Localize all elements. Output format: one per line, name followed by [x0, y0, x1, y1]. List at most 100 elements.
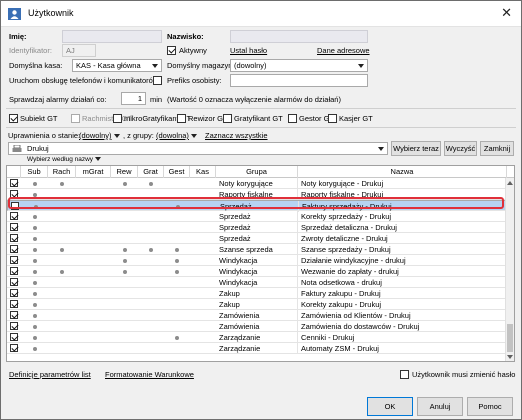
row-checkbox[interactable]	[10, 333, 18, 341]
table-row[interactable]: Zarządzanie Automaty ZSM - Drukuj	[7, 343, 507, 354]
divider	[6, 108, 516, 109]
chevron-down-icon	[190, 134, 197, 139]
group-cell: Zarządzanie	[216, 343, 298, 354]
set-password-link[interactable]: Ustal hasło	[230, 46, 267, 55]
column-header[interactable]: Sub	[21, 166, 48, 178]
table-row[interactable]: Szanse sprzeda Szanse sprzedaży - Drukuj	[7, 244, 507, 255]
role-checkbox[interactable]	[71, 114, 80, 123]
column-header[interactable]: Grat	[138, 166, 164, 178]
row-checkbox[interactable]	[10, 179, 18, 187]
phone-handling-checkbox[interactable]	[153, 76, 162, 85]
group-cell: Zakup	[216, 299, 298, 310]
name-cell: Faktury zakupu - Drukuj	[298, 288, 507, 299]
table-row[interactable]: Zakup Faktury zakupu - Drukuj	[7, 288, 507, 299]
permission-dot	[32, 182, 37, 186]
column-header[interactable]: Rach	[48, 166, 76, 178]
name-filter-combo[interactable]: Drukuj	[8, 142, 388, 155]
identifier-field[interactable]: AJ	[62, 44, 96, 57]
table-row[interactable]: Noty korygujące Noty korygujące - Drukuj	[7, 178, 507, 189]
scrollbar-thumb[interactable]	[507, 324, 513, 352]
table-row[interactable]: Windykacja Działanie windykacyjne - druku…	[7, 255, 507, 266]
cancel-button[interactable]: Anuluj	[417, 397, 463, 416]
table-row[interactable]: Zamówienia Zamówienia od Klientów - Druku…	[7, 310, 507, 321]
row-checkbox[interactable]	[10, 212, 18, 220]
clear-button[interactable]: Wyczyść	[444, 141, 477, 156]
table-row[interactable]: Sprzedaż Zwroty detaliczne - Drukuj	[7, 233, 507, 244]
row-checkbox[interactable]	[10, 234, 18, 242]
alarm-interval-field[interactable]: 1	[121, 92, 146, 105]
name-cell: Zamówienia do dostawców - Drukuj	[298, 321, 507, 332]
column-header[interactable]: Gest	[164, 166, 190, 178]
permission-dot	[149, 182, 153, 186]
first-name-field[interactable]	[62, 30, 162, 43]
scroll-up-icon[interactable]	[507, 181, 513, 185]
table-row[interactable]: Sprzedaż Korekty sprzedaży - Drukuj	[7, 211, 507, 222]
row-checkbox[interactable]	[10, 289, 18, 297]
selection-highlight-box	[8, 197, 504, 209]
name-cell: Korekty zakupu - Drukuj	[298, 299, 507, 310]
table-row[interactable]: Windykacja Wezwanie do zapłaty - drukuj	[7, 266, 507, 277]
column-header[interactable]: Nazwa	[298, 166, 507, 178]
role-checkbox[interactable]	[177, 114, 186, 123]
address-data-link[interactable]: Dane adresowe	[317, 46, 370, 55]
table-row[interactable]: Windykacja Nota odsetkowa - drukuj	[7, 277, 507, 288]
role-checkbox[interactable]	[113, 114, 122, 123]
chevron-down-icon	[95, 157, 102, 162]
select-by-name-dropdown[interactable]: Wybierz według nazwy	[27, 156, 102, 163]
row-checkbox[interactable]	[10, 322, 18, 330]
default-warehouse-select[interactable]: (dowolny)	[230, 59, 368, 72]
default-cash-label: Domyślna kasa:	[9, 61, 63, 70]
default-cash-select[interactable]: KAS - Kasa główna	[72, 59, 162, 72]
printer-icon	[12, 145, 22, 152]
row-checkbox[interactable]	[10, 278, 18, 286]
active-checkbox[interactable]	[167, 46, 176, 55]
divider	[6, 127, 516, 128]
role-checkbox[interactable]	[328, 114, 337, 123]
help-button[interactable]: Pomoc	[467, 397, 513, 416]
group-filter-value: (dowolna)	[156, 131, 189, 140]
row-checkbox[interactable]	[10, 300, 18, 308]
select-all-link[interactable]: Zaznacz wszystkie	[205, 131, 268, 140]
vertical-scrollbar[interactable]	[505, 178, 514, 361]
role-checkbox[interactable]	[288, 114, 297, 123]
permission-dot	[122, 182, 127, 186]
row-checkbox[interactable]	[10, 267, 18, 275]
list-params-link[interactable]: Definicje parametrów list	[9, 370, 91, 379]
first-name-label: Imię:	[9, 32, 27, 41]
prefix-field[interactable]	[230, 74, 368, 87]
row-checkbox[interactable]	[10, 344, 18, 352]
table-row[interactable]: Sprzedaż Sprzedaż detaliczna - Drukuj	[7, 222, 507, 233]
column-header[interactable]: Rew	[111, 166, 138, 178]
row-checkbox[interactable]	[10, 223, 18, 231]
scroll-down-icon[interactable]	[507, 355, 513, 359]
group-cell: Zamówienia	[216, 321, 298, 332]
group-filter-dropdown[interactable]: (dowolna)	[156, 131, 197, 140]
permission-dot	[32, 347, 37, 351]
row-checkbox[interactable]	[10, 256, 18, 264]
table-row[interactable]: Zarządzanie Cenniki - Drukuj	[7, 332, 507, 343]
column-header[interactable]: Grupa	[216, 166, 298, 178]
ok-button[interactable]: OK	[367, 397, 413, 416]
table-row[interactable]: Zamówienia Zamówienia do dostawców - Druk…	[7, 321, 507, 332]
name-cell: Automaty ZSM - Drukuj	[298, 343, 507, 354]
column-header[interactable]: mGrat	[76, 166, 111, 178]
must-change-password-checkbox[interactable]	[400, 370, 409, 379]
column-header[interactable]: Kas	[190, 166, 216, 178]
permission-dot	[122, 248, 127, 252]
group-cell: Sprzedaż	[216, 233, 298, 244]
conditional-format-link[interactable]: Formatowanie Warunkowe	[105, 370, 194, 379]
role-checkbox[interactable]	[9, 114, 18, 123]
last-name-field[interactable]	[230, 30, 368, 43]
table-row[interactable]: Zakup Korekty zakupu - Drukuj	[7, 299, 507, 310]
name-cell: Nota odsetkowa - drukuj	[298, 277, 507, 288]
row-checkbox[interactable]	[10, 311, 18, 319]
role-checkbox[interactable]	[223, 114, 232, 123]
select-now-button[interactable]: Wybierz teraz	[391, 141, 441, 156]
permission-dot	[32, 281, 37, 285]
name-cell: Szanse sprzedaży - Drukuj	[298, 244, 507, 255]
close-icon[interactable]: ✕	[501, 5, 512, 21]
close-filter-button[interactable]: Zamknij	[480, 141, 514, 156]
row-checkbox[interactable]	[10, 245, 18, 253]
role-label: Gratyfikant GT	[234, 114, 283, 123]
state-filter-dropdown[interactable]: (dowolny)	[79, 131, 120, 140]
